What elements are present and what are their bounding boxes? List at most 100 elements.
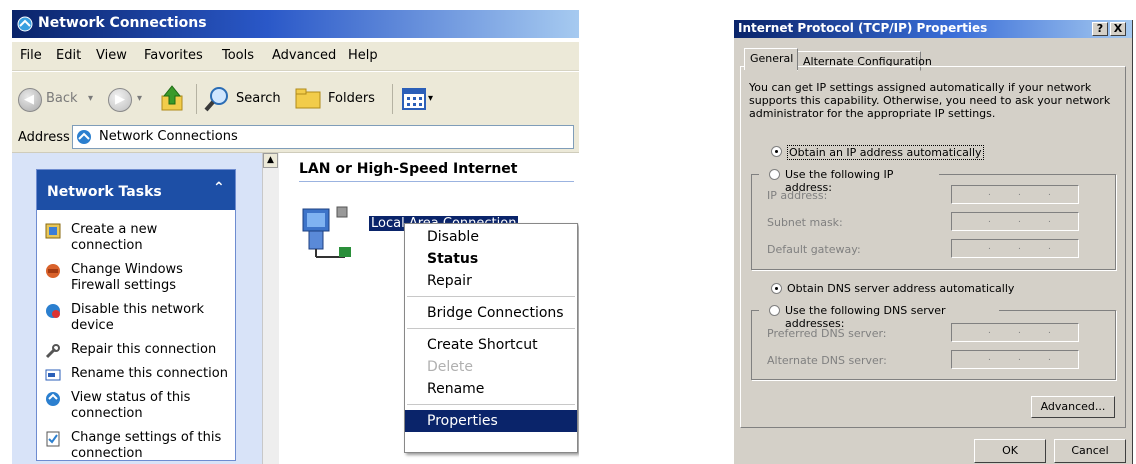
folders-icon[interactable] xyxy=(294,86,324,112)
back-label: Back xyxy=(46,91,78,106)
settings-icon xyxy=(46,431,60,447)
task-label: Change Windows Firewall settings xyxy=(71,262,183,293)
menu-item-label: Rename xyxy=(427,381,485,397)
firewall-icon xyxy=(46,264,60,278)
search-icon[interactable] xyxy=(204,85,232,113)
network-connections-icon xyxy=(17,16,33,32)
search-label[interactable]: Search xyxy=(236,91,281,106)
menu-item-label: Repair xyxy=(427,273,472,289)
ip-manual-row: Use the following IP address: xyxy=(759,167,939,194)
forward-dropdown-icon[interactable]: ▾ xyxy=(137,93,142,104)
group-divider xyxy=(299,181,574,182)
toolbar-separator xyxy=(392,84,393,114)
address-value: Network Connections xyxy=(99,129,238,144)
preferred-dns-field: ... xyxy=(951,323,1079,342)
address-field[interactable]: Network Connections xyxy=(72,125,574,149)
scroll-up-arrow-icon[interactable]: ▲ xyxy=(263,153,278,168)
default-gateway-field: ... xyxy=(951,239,1079,258)
task-label: Disable this network device xyxy=(71,302,205,333)
up-folder-icon[interactable] xyxy=(160,84,186,114)
network-tasks-header[interactable]: Network Tasks ⌃ xyxy=(37,170,235,210)
back-button[interactable]: ◀ xyxy=(18,88,42,112)
help-button[interactable]: ? xyxy=(1092,22,1108,36)
title-bar: Network Connections xyxy=(12,10,579,38)
menu-item-create-shortcut[interactable]: Create Shortcut xyxy=(405,334,577,356)
task-label: Repair this connection xyxy=(71,342,217,357)
ip-address-label: IP address: xyxy=(767,189,828,202)
group-header: LAN or High-Speed Internet xyxy=(299,161,518,177)
ok-button[interactable]: OK xyxy=(974,439,1046,463)
create-connection-icon xyxy=(45,223,61,239)
menu-separator xyxy=(407,328,575,329)
subnet-mask-label: Subnet mask: xyxy=(767,216,843,229)
menu-item-repair[interactable]: Repair xyxy=(405,270,577,292)
network-tasks-title: Network Tasks xyxy=(47,184,162,200)
subnet-mask-field: ... xyxy=(951,212,1079,231)
status-icon xyxy=(46,392,60,406)
task-label: Create a new connection xyxy=(71,222,158,253)
forward-button[interactable]: ▶ xyxy=(108,88,132,112)
repair-icon xyxy=(45,344,60,359)
close-icon: X xyxy=(1113,22,1123,35)
disable-network-icon xyxy=(46,304,60,318)
menu-separator xyxy=(407,296,575,297)
vertical-scrollbar[interactable]: ▲ xyxy=(262,153,279,464)
context-menu: Disable Status Repair Bridge Connections… xyxy=(404,223,578,453)
menu-item-label: Properties xyxy=(427,413,498,429)
menu-view[interactable]: View xyxy=(96,48,127,63)
dns-auto-radio[interactable] xyxy=(771,283,782,294)
menu-help[interactable]: Help xyxy=(348,48,378,63)
menu-item-delete: Delete xyxy=(405,356,577,378)
cancel-button[interactable]: Cancel xyxy=(1054,439,1126,463)
menu-item-label: Disable xyxy=(427,229,479,245)
ip-auto-label[interactable]: Obtain an IP address automatically xyxy=(787,145,984,160)
advanced-button[interactable]: Advanced... xyxy=(1031,396,1115,418)
task-label: View status of this connection xyxy=(71,390,191,421)
lan-connection-icon[interactable] xyxy=(299,203,359,263)
views-dropdown-icon[interactable]: ▾ xyxy=(428,93,433,104)
dns-manual-radio[interactable] xyxy=(769,305,780,316)
menu-item-disable[interactable]: Disable xyxy=(405,226,577,248)
tab-general[interactable]: General xyxy=(744,48,798,70)
menu-item-status[interactable]: Status xyxy=(405,248,577,270)
ip-manual-radio[interactable] xyxy=(769,169,780,180)
preferred-dns-label: Preferred DNS server: xyxy=(767,327,887,340)
toolbar-separator xyxy=(196,84,197,114)
menu-item-properties[interactable]: Properties xyxy=(405,410,577,432)
alternate-dns-label: Alternate DNS server: xyxy=(767,354,887,367)
window-title: Network Connections xyxy=(38,15,207,31)
ip-address-field: ... xyxy=(951,185,1079,204)
default-gateway-label: Default gateway: xyxy=(767,243,861,256)
menu-bar: File Edit View Favorites Tools Advanced … xyxy=(12,42,579,71)
menu-item-label: Status xyxy=(427,251,479,267)
close-button[interactable]: X xyxy=(1110,22,1126,36)
menu-advanced[interactable]: Advanced xyxy=(272,48,336,63)
folders-label[interactable]: Folders xyxy=(328,91,375,106)
views-icon[interactable] xyxy=(402,88,426,110)
address-bar: Address Network Connections xyxy=(12,122,579,153)
toolbar: ◀ Back ▾ ▶ ▾ Search Folders ▾ xyxy=(12,72,579,125)
menu-item-bridge-connections[interactable]: Bridge Connections xyxy=(405,302,577,324)
tab-label: General xyxy=(750,52,794,65)
back-dropdown-icon[interactable]: ▾ xyxy=(88,93,93,104)
menu-item-rename[interactable]: Rename xyxy=(405,378,577,400)
network-connections-window: Network Connections File Edit View Favor… xyxy=(12,10,579,464)
ip-auto-radio[interactable] xyxy=(771,146,782,157)
menu-item-label: Bridge Connections xyxy=(427,305,564,321)
general-tab-panel: You can get IP settings assigned automat… xyxy=(740,66,1126,428)
dns-auto-label[interactable]: Obtain DNS server address automatically xyxy=(787,282,1014,295)
rename-icon xyxy=(45,369,61,381)
collapse-chevron-icon[interactable]: ⌃ xyxy=(213,180,225,196)
intro-text: You can get IP settings assigned automat… xyxy=(749,81,1111,120)
menu-tools[interactable]: Tools xyxy=(222,48,254,63)
task-label: Change settings of this connection xyxy=(71,430,222,461)
menu-file[interactable]: File xyxy=(20,48,42,63)
dns-manual-row: Use the following DNS server addresses: xyxy=(759,303,999,330)
dialog-title-bar: Internet Protocol (TCP/IP) Properties ? … xyxy=(734,20,1132,38)
address-label: Address xyxy=(18,130,70,145)
menu-edit[interactable]: Edit xyxy=(56,48,81,63)
help-icon: ? xyxy=(1096,22,1104,35)
menu-item-label: Create Shortcut xyxy=(427,337,538,353)
alternate-dns-field: ... xyxy=(951,350,1079,369)
menu-favorites[interactable]: Favorites xyxy=(144,48,203,63)
